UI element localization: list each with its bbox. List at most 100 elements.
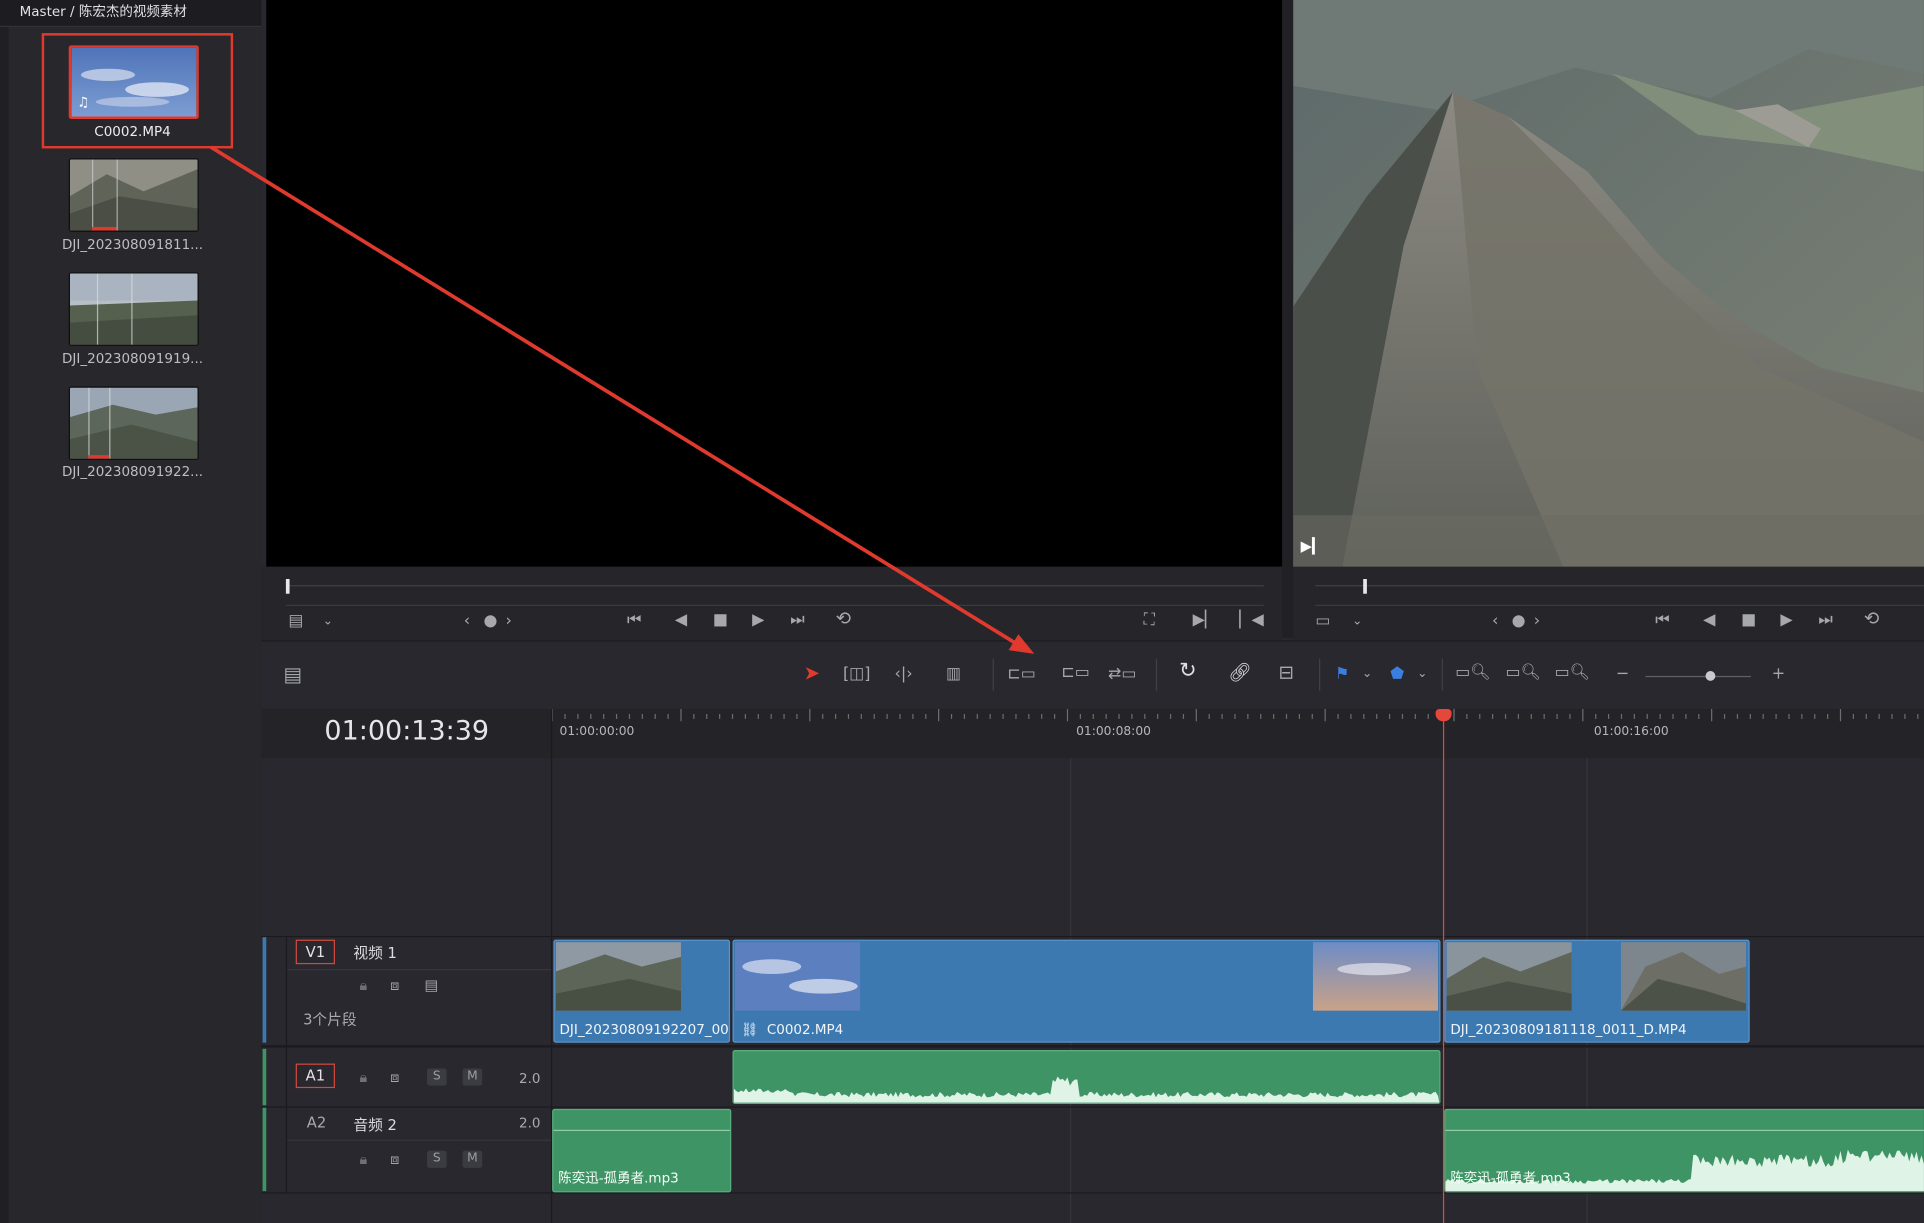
solo-button[interactable]: S xyxy=(426,1068,447,1086)
flag-icon[interactable]: ⚑ xyxy=(1335,666,1349,682)
go-to-last-frame-icon[interactable]: ⏭ xyxy=(790,612,804,628)
audio-clip[interactable] xyxy=(732,1050,1441,1105)
jog-right-icon[interactable]: › xyxy=(506,613,512,629)
track-subrow-line xyxy=(285,1139,551,1141)
viewer-divider[interactable] xyxy=(1282,0,1294,638)
loop-icon[interactable]: ⟲ xyxy=(1864,609,1879,627)
mute-button[interactable]: M xyxy=(462,1068,483,1086)
replace-clip-icon[interactable]: ⇄▭ xyxy=(1108,666,1136,682)
trim-edit-mode-icon[interactable]: [◫] xyxy=(843,666,871,682)
timecode-display[interactable]: 01:00:13:39 xyxy=(261,716,552,747)
stop-icon[interactable]: ■ xyxy=(1741,612,1756,628)
link-icon: ⛓ xyxy=(741,1021,759,1038)
jog-left-icon[interactable]: ‹ xyxy=(1492,613,1498,629)
clip-label: DJI_202308091811... xyxy=(62,236,204,253)
breadcrumb[interactable]: Master / 陈宏杰的视频素材 xyxy=(20,1,187,21)
v1-track-badge[interactable]: V1 xyxy=(295,939,335,965)
reverse-play-icon[interactable]: ◀ xyxy=(675,612,687,628)
lock-track-icon[interactable]: 🔒︎ xyxy=(360,1151,368,1168)
video-clip-label: ⛓ C0002.MP4 xyxy=(741,1022,843,1038)
auto-select-icon[interactable]: ⧈ xyxy=(390,1151,399,1168)
v1-clip-count: 3个片段 xyxy=(303,1010,357,1028)
chevron-down-icon[interactable]: ⌄ xyxy=(1417,666,1427,682)
a2-track-name[interactable]: 音频 2 xyxy=(353,1114,397,1135)
loop-icon[interactable]: ⟲ xyxy=(836,609,851,627)
stop-icon[interactable]: ■ xyxy=(713,612,728,628)
disable-video-track-icon[interactable]: ▤ xyxy=(425,977,439,994)
clip-view-icon[interactable]: ▤ xyxy=(288,613,303,629)
zoom-slider-handle[interactable] xyxy=(1705,671,1716,681)
timeline-viewer[interactable]: ▶▎ xyxy=(1293,0,1924,567)
clip-label: DJI_202308091922... xyxy=(62,463,204,480)
clip-thumbnail-image xyxy=(1620,942,1747,1011)
overwrite-clip-icon[interactable]: ⊏▭ xyxy=(1061,665,1089,681)
timeline-scrub-track[interactable] xyxy=(1315,585,1924,587)
jog-right-icon[interactable]: › xyxy=(1534,613,1540,629)
v1-track-name[interactable]: 视频 1 xyxy=(353,942,397,963)
clip-thumbnail[interactable] xyxy=(68,272,199,346)
clip-thumbnail[interactable]: ♫ xyxy=(68,45,199,119)
zoom-out-icon[interactable]: − xyxy=(1616,666,1629,682)
auto-select-icon[interactable]: ⧈ xyxy=(390,1069,399,1086)
reverse-play-icon[interactable]: ◀ xyxy=(1703,612,1715,628)
go-to-first-frame-icon[interactable]: ⏮ xyxy=(627,612,641,628)
audio-clip[interactable]: 陈奕迅-孤勇者.mp3 xyxy=(552,1108,732,1193)
mark-out-icon[interactable]: ▶▏ xyxy=(1193,612,1218,628)
playhead-line[interactable] xyxy=(1442,713,1445,1223)
jog-left-icon[interactable]: ‹ xyxy=(464,613,470,629)
v1-track-color-strip xyxy=(262,937,267,1043)
video-clip[interactable]: DJI_20230809181118_0011_D.MP4 xyxy=(1444,939,1750,1043)
timeline-transport-bar: ▭ ⌄ ‹ ● › ⏮ ◀ ■ ▶ ⏭ ⟲ xyxy=(1293,566,1924,641)
insert-clip-icon[interactable]: ⊏▭ xyxy=(1007,666,1035,682)
track-separator xyxy=(261,935,1924,938)
track-headers xyxy=(261,758,553,1223)
zoom-slider-track[interactable] xyxy=(1645,675,1751,678)
video-clip[interactable]: DJI_20230809192207_00... xyxy=(553,939,731,1043)
clip-thumbnail[interactable] xyxy=(68,158,199,232)
detail-zoom-icon[interactable]: ▭🔍︎ xyxy=(1506,665,1541,681)
clip-thumbnail[interactable] xyxy=(68,386,199,461)
play-icon[interactable]: ▶ xyxy=(752,612,764,628)
position-lock-icon[interactable]: ⊟ xyxy=(1279,663,1294,681)
a1-track-badge[interactable]: A1 xyxy=(295,1063,335,1089)
transform-icon[interactable]: ▭ xyxy=(1315,613,1330,629)
audio-volume-line xyxy=(553,1129,731,1132)
chevron-down-icon[interactable]: ⌄ xyxy=(1352,613,1362,629)
chevron-down-icon[interactable]: ⌄ xyxy=(323,613,333,629)
go-to-first-frame-icon[interactable]: ⏮ xyxy=(1655,612,1669,628)
chevron-down-icon[interactable]: ⌄ xyxy=(1362,666,1372,682)
dynamic-trim-icon[interactable]: ‹|› xyxy=(894,666,912,682)
auto-select-icon[interactable]: ⧈ xyxy=(390,977,399,994)
zoom-in-icon[interactable]: + xyxy=(1772,666,1785,682)
valley-thumbnail-image xyxy=(69,273,198,345)
source-viewer[interactable] xyxy=(266,0,1283,567)
solo-button[interactable]: S xyxy=(426,1150,447,1168)
linked-selection-icon[interactable]: 🔗︎ xyxy=(1228,663,1251,681)
edit-toolbar: ▤ ➤ [◫] ‹|› ▥ ⊏▭ ⊏▭ ⇄▭ ↻ 🔗︎ ⊟ ⚑ ⌄ ⬟ ⌄ ▭🔍… xyxy=(261,640,1924,711)
source-scrub-handle[interactable] xyxy=(285,579,290,594)
ruler-label: 01:00:16:00 xyxy=(1593,724,1669,739)
full-extent-zoom-icon[interactable]: ▭🔍︎ xyxy=(1455,665,1490,681)
marker-icon[interactable]: ⬟ xyxy=(1390,666,1404,682)
timeline-view-options-icon[interactable]: ▤ xyxy=(283,664,302,684)
timeline-ruler[interactable]: 01:00:00:00 01:00:08:00 01:00:16:00 xyxy=(552,709,1924,760)
source-scrub-track[interactable] xyxy=(285,585,1264,587)
selection-mode-icon[interactable]: ➤ xyxy=(804,663,820,683)
mute-button[interactable]: M xyxy=(462,1150,483,1168)
audio-clip[interactable]: 陈奕迅-孤勇者.mp3 xyxy=(1444,1108,1924,1193)
video-clip[interactable]: ⛓ C0002.MP4 xyxy=(732,939,1441,1043)
jog-dot-icon[interactable]: ● xyxy=(1512,613,1526,629)
snapping-icon[interactable]: ↻ xyxy=(1179,661,1196,682)
timeline-scrub-handle[interactable] xyxy=(1363,579,1367,594)
sky-thumbnail-image xyxy=(71,47,197,117)
play-icon[interactable]: ▶ xyxy=(1780,612,1792,628)
go-to-last-frame-icon[interactable]: ⏭ xyxy=(1818,612,1832,628)
custom-zoom-icon[interactable]: ▭🔍︎ xyxy=(1555,665,1590,681)
lock-track-icon[interactable]: 🔒︎ xyxy=(360,1069,368,1086)
mark-in-icon[interactable]: ▏◀ xyxy=(1239,612,1264,628)
lock-track-icon[interactable]: 🔒︎ xyxy=(360,977,368,994)
match-frame-icon[interactable]: ⛶ xyxy=(1144,612,1155,628)
blade-edit-mode-icon[interactable]: ▥ xyxy=(946,666,961,682)
jog-dot-icon[interactable]: ● xyxy=(483,613,497,629)
a2-track-badge[interactable]: A2 xyxy=(307,1114,326,1131)
